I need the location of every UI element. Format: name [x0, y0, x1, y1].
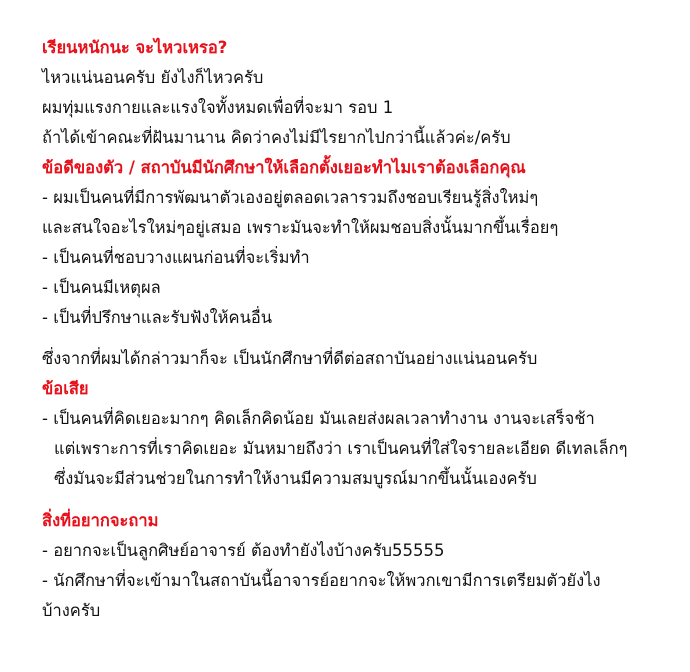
weakness-line: - เป็นคนที่คิดเยอะมากๆ คิดเล็กคิดน้อย มั…: [42, 409, 595, 428]
heading-weaknesses: ข้อเสีย: [42, 379, 89, 398]
weakness-line: แต่เพราะการที่เราคิดเยอะ มันหมายถึงว่า เ…: [54, 439, 628, 458]
answer-line: ไหวแน่นอนครับ ยังไงก็ไหวครับ: [42, 68, 264, 87]
strength-line: - เป็นที่ปรึกษาและรับฟังให้คนอื่น: [42, 308, 273, 327]
answer-line: ถ้าได้เข้าคณะที่ฝันมานาน คิดว่าคงไม่มีไร…: [42, 128, 511, 147]
heading-strengths: ข้อดีของตัว / สถาบันมีนักศึกษาให้เลือกตั…: [42, 158, 526, 177]
question-line: บ้างครับ: [42, 601, 101, 620]
question-line: - อยากจะเป็นลูกศิษย์อาจารย์ ต้องทำยังไงบ…: [42, 541, 445, 560]
weakness-line: ซึ่งมันจะมีส่วนช่วยในการทำให้งานมีความสม…: [54, 469, 537, 488]
answer-line: ผมทุ่มแรงกายและแรงใจทั้งหมดเพื่อที่จะมา …: [42, 98, 394, 117]
strength-line: - เป็นคนมีเหตุผล: [42, 278, 161, 297]
strength-line: และสนใจอะไรใหม่ๆอยู่เสมอ เพราะมันจะทำให้…: [42, 218, 559, 237]
strength-line: - เป็นคนที่ชอบวางแผนก่อนที่จะเริ่มทำ: [42, 248, 310, 267]
strength-line: - ผมเป็นคนที่มีการพัฒนาตัวเองอยู่ตลอดเวล…: [42, 188, 539, 207]
heading-can-you-handle-study: เรียนหนักนะ จะไหวเหรอ?: [42, 38, 228, 57]
heading-questions: สิ่งที่อยากจะถาม: [42, 511, 159, 530]
strength-summary: ซึ่งจากที่ผมได้กล่าวมาก็จะ เป็นนักศึกษาท…: [42, 349, 538, 368]
question-line: - นักศึกษาที่จะเข้ามาในสถาบันนี้อาจารย์อ…: [42, 571, 601, 590]
document-page: เรียนหนักนะ จะไหวเหรอ? ไหวแน่นอนครับ ยัง…: [0, 0, 690, 672]
